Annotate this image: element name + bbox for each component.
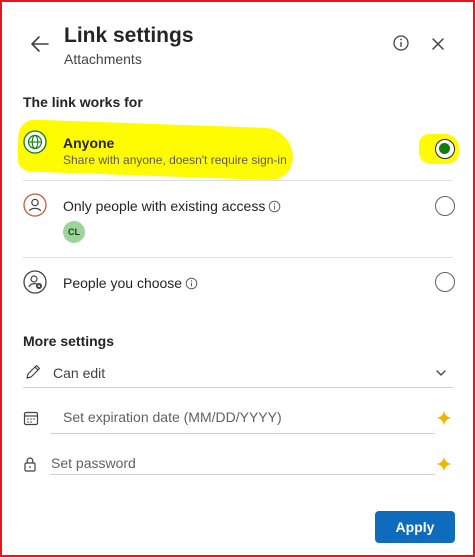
dialog-subtitle: Attachments: [64, 51, 142, 67]
input-underline: [50, 474, 435, 475]
option-existing-access-label: Only people with existing access: [63, 198, 266, 214]
option-anyone-label: Anyone: [63, 135, 115, 151]
link-works-for-heading: The link works for: [23, 94, 143, 110]
chevron-down-icon: [436, 370, 446, 376]
password-placeholder: Set password: [51, 455, 136, 471]
divider: [23, 387, 453, 388]
avatar: CL: [63, 221, 85, 243]
option-people-you-choose-label: People you choose: [63, 275, 183, 291]
option-anyone-sublabel: Share with anyone, doesn't require sign-…: [63, 153, 287, 167]
radio-anyone[interactable]: [435, 139, 455, 159]
info-icon[interactable]: [185, 277, 198, 290]
sparkle-icon: [436, 410, 452, 426]
person-icon: [23, 193, 47, 217]
lock-icon: [24, 457, 36, 472]
apply-button[interactable]: Apply: [375, 511, 455, 543]
sparkle-icon: [436, 456, 452, 472]
people-settings-icon: [23, 270, 47, 294]
dialog-title: Link settings: [64, 24, 194, 47]
highlight-annotation: [17, 119, 294, 181]
radio-dot: [439, 143, 450, 154]
radio-existing-access[interactable]: [435, 196, 455, 216]
info-icon[interactable]: [268, 200, 281, 213]
close-icon[interactable]: [430, 36, 446, 52]
more-settings-heading: More settings: [23, 333, 115, 349]
radio-people-you-choose[interactable]: [435, 272, 455, 292]
divider: [23, 257, 453, 258]
divider: [23, 180, 453, 181]
permission-value: Can edit: [53, 365, 106, 381]
calendar-icon: [23, 411, 39, 426]
input-underline: [50, 433, 435, 434]
expiration-date-placeholder: Set expiration date (MM/DD/YYYY): [63, 409, 282, 425]
back-arrow-icon[interactable]: [29, 33, 51, 55]
pencil-icon: [26, 364, 41, 379]
info-icon[interactable]: [392, 34, 410, 52]
globe-icon: [23, 130, 47, 154]
